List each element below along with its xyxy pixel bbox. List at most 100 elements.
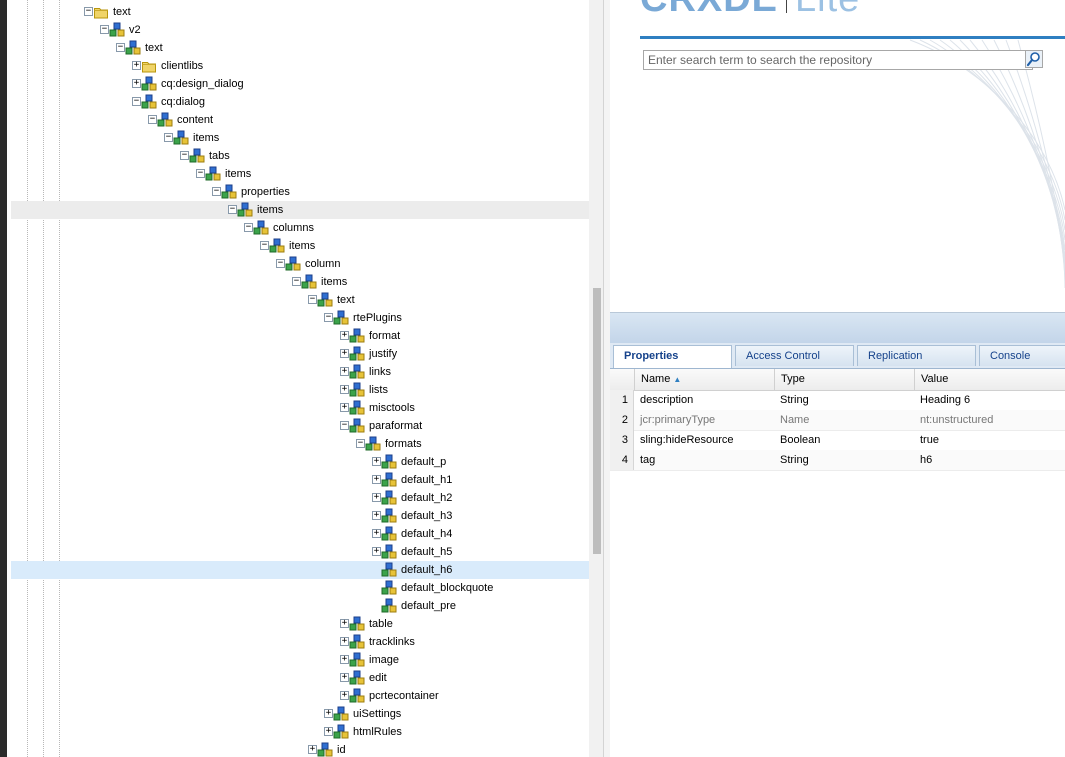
- tree-node[interactable]: + format: [11, 327, 589, 345]
- tree-node[interactable]: + default_h5: [11, 543, 589, 561]
- tree-node-label[interactable]: default_pre: [401, 600, 456, 612]
- collapse-icon[interactable]: −: [260, 241, 269, 250]
- expand-icon[interactable]: +: [372, 457, 381, 466]
- expand-icon[interactable]: +: [340, 403, 349, 412]
- tree-node-label[interactable]: default_h3: [401, 510, 452, 522]
- collapse-icon[interactable]: −: [356, 439, 365, 448]
- property-name[interactable]: tag: [634, 450, 655, 470]
- tree-node-label[interactable]: default_blockquote: [401, 582, 493, 594]
- tree-node-label[interactable]: justify: [369, 348, 397, 360]
- property-row[interactable]: 2 jcr:primaryType Name nt:unstructured: [610, 410, 1065, 431]
- tree-node-label[interactable]: default_h6: [401, 564, 452, 576]
- tree-node-label[interactable]: cq:dialog: [161, 96, 205, 108]
- property-row[interactable]: 4 tag String h6: [610, 450, 1065, 471]
- tree-node[interactable]: + uiSettings: [11, 705, 589, 723]
- collapse-icon[interactable]: −: [100, 25, 109, 34]
- tree-node-label[interactable]: text: [113, 6, 131, 18]
- tree-node[interactable]: + tracklinks: [11, 633, 589, 651]
- tree-node[interactable]: − text: [11, 291, 589, 309]
- column-header-type[interactable]: Type: [774, 369, 914, 390]
- tree-node-label[interactable]: id: [337, 744, 346, 756]
- tree-node[interactable]: + table: [11, 615, 589, 633]
- property-value[interactable]: Heading 6: [914, 390, 970, 410]
- tree-node[interactable]: − items: [11, 129, 589, 147]
- tree-node[interactable]: + default_h2: [11, 489, 589, 507]
- collapse-icon[interactable]: −: [308, 295, 317, 304]
- tree-node-label[interactable]: content: [177, 114, 213, 126]
- tree-node-label[interactable]: htmlRules: [353, 726, 402, 738]
- expand-icon[interactable]: +: [372, 547, 381, 556]
- tree-node[interactable]: + htmlRules: [11, 723, 589, 741]
- tree-node-label[interactable]: columns: [273, 222, 314, 234]
- tree-node[interactable]: default_pre: [11, 597, 589, 615]
- tree-node-label[interactable]: format: [369, 330, 400, 342]
- expand-icon[interactable]: +: [132, 61, 141, 70]
- tree-scrollbar-thumb[interactable]: [593, 288, 601, 554]
- expand-icon[interactable]: +: [372, 529, 381, 538]
- tree-node-label[interactable]: paraformat: [369, 420, 422, 432]
- expand-icon[interactable]: +: [372, 475, 381, 484]
- tree-node[interactable]: − properties: [11, 183, 589, 201]
- expand-icon[interactable]: +: [340, 655, 349, 664]
- tree-node-label[interactable]: default_h2: [401, 492, 452, 504]
- column-header-value[interactable]: Value: [914, 369, 1065, 390]
- tree-node[interactable]: + default_h4: [11, 525, 589, 543]
- tree-node[interactable]: − formats: [11, 435, 589, 453]
- collapse-icon[interactable]: −: [116, 43, 125, 52]
- collapse-icon[interactable]: −: [212, 187, 221, 196]
- tree-node-label[interactable]: items: [321, 276, 347, 288]
- collapse-icon[interactable]: −: [196, 169, 205, 178]
- tree-node[interactable]: + pcrtecontainer: [11, 687, 589, 705]
- property-type[interactable]: Boolean: [774, 430, 820, 450]
- tree-node-label[interactable]: misctools: [369, 402, 415, 414]
- collapse-icon[interactable]: −: [84, 7, 93, 16]
- property-value[interactable]: h6: [914, 450, 932, 470]
- tree-node-label[interactable]: default_h5: [401, 546, 452, 558]
- expand-icon[interactable]: +: [372, 511, 381, 520]
- expand-icon[interactable]: +: [324, 709, 333, 718]
- property-value[interactable]: true: [914, 430, 939, 450]
- tab-access-control[interactable]: Access Control: [735, 345, 854, 366]
- tree-node-label[interactable]: items: [289, 240, 315, 252]
- tree-node[interactable]: + clientlibs: [11, 57, 589, 75]
- collapse-icon[interactable]: −: [228, 205, 237, 214]
- expand-icon[interactable]: +: [340, 367, 349, 376]
- tab-replication[interactable]: Replication: [857, 345, 976, 366]
- expand-icon[interactable]: +: [132, 79, 141, 88]
- property-name[interactable]: description: [634, 390, 693, 410]
- tree-node-label[interactable]: default_h4: [401, 528, 452, 540]
- tree-node[interactable]: − column: [11, 255, 589, 273]
- collapse-icon[interactable]: −: [164, 133, 173, 142]
- tree-node-label[interactable]: image: [369, 654, 399, 666]
- tree-node-label[interactable]: rtePlugins: [353, 312, 402, 324]
- tree-node[interactable]: default_blockquote: [11, 579, 589, 597]
- property-type[interactable]: String: [774, 450, 809, 470]
- property-type[interactable]: Name: [774, 410, 809, 430]
- tree-node[interactable]: − items: [11, 237, 589, 255]
- tree-node[interactable]: + image: [11, 651, 589, 669]
- expand-icon[interactable]: +: [340, 619, 349, 628]
- tree-node-label[interactable]: items: [225, 168, 251, 180]
- expand-icon[interactable]: +: [340, 691, 349, 700]
- collapse-icon[interactable]: −: [340, 421, 349, 430]
- tree-node-label[interactable]: tracklinks: [369, 636, 415, 648]
- tree-node-label[interactable]: default_p: [401, 456, 446, 468]
- tree-node-label[interactable]: properties: [241, 186, 290, 198]
- collapse-icon[interactable]: −: [244, 223, 253, 232]
- tab-properties[interactable]: Properties: [613, 345, 732, 368]
- tree-node-label[interactable]: v2: [129, 24, 141, 36]
- tree-node[interactable]: + cq:design_dialog: [11, 75, 589, 93]
- property-row[interactable]: 1 description String Heading 6: [610, 390, 1065, 411]
- tree-node-label[interactable]: default_h1: [401, 474, 452, 486]
- tree-node[interactable]: − text: [11, 3, 589, 21]
- tree-node[interactable]: − cq:dialog: [11, 93, 589, 111]
- tree-node-label[interactable]: column: [305, 258, 340, 270]
- tree-node[interactable]: − paraformat: [11, 417, 589, 435]
- tree-node[interactable]: + default_h1: [11, 471, 589, 489]
- collapse-icon[interactable]: −: [132, 97, 141, 106]
- collapse-icon[interactable]: −: [292, 277, 301, 286]
- tree-node[interactable]: + links: [11, 363, 589, 381]
- tree-node-label[interactable]: clientlibs: [161, 60, 203, 72]
- tree-node-label[interactable]: cq:design_dialog: [161, 78, 244, 90]
- tree-node-label[interactable]: links: [369, 366, 391, 378]
